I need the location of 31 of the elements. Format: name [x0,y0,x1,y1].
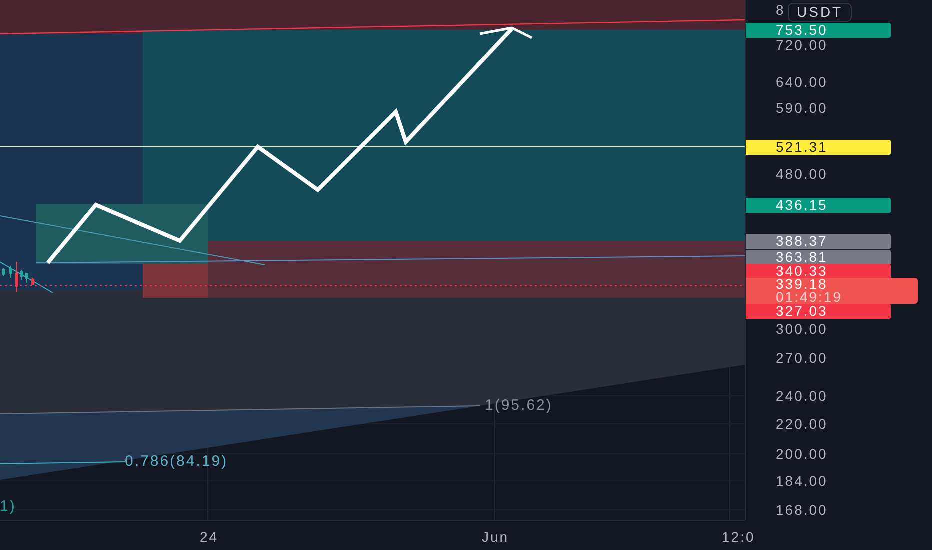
price-tick: 300.00 [776,321,828,337]
price-tick: 8 [776,2,786,18]
price-tick: 480.00 [776,166,828,182]
price-label: 753.50 [746,23,891,38]
price-label: 363.81 [746,250,891,265]
price-tick: 240.00 [776,388,828,404]
fib-level-label: 1) [0,499,16,515]
time-tick: 24 [200,529,219,545]
time-tick: Jun [482,529,510,545]
time-tick: 12:0 [722,529,756,545]
price-tick: 168.00 [776,502,828,518]
fib-level-label: 1(95.62) [485,398,553,414]
bar-countdown: 01:49:19 [776,291,844,304]
price-tick: 720.00 [776,37,828,53]
fib-level-label: 0.786(84.19) [125,454,228,470]
price-label: 327.03 [746,304,891,319]
loss-highlight [143,264,208,298]
candlestick-drawing [2,262,34,292]
down-trend-line [0,262,54,294]
last-price: 339.18 [776,278,829,291]
price-label: 521.31 [746,140,891,155]
price-tick: 590.00 [776,100,828,116]
price-tick: 640.00 [776,74,828,90]
price-label: 388.37 [746,234,891,249]
price-tick: 184.00 [776,473,828,489]
currency-button[interactable]: USDT [788,3,852,22]
price-tick: 220.00 [776,416,828,432]
price-tick: 270.00 [776,350,828,366]
price-tick: 200.00 [776,446,828,462]
price-label: 436.15 [746,198,891,213]
price-label: 340.33 [746,264,891,279]
